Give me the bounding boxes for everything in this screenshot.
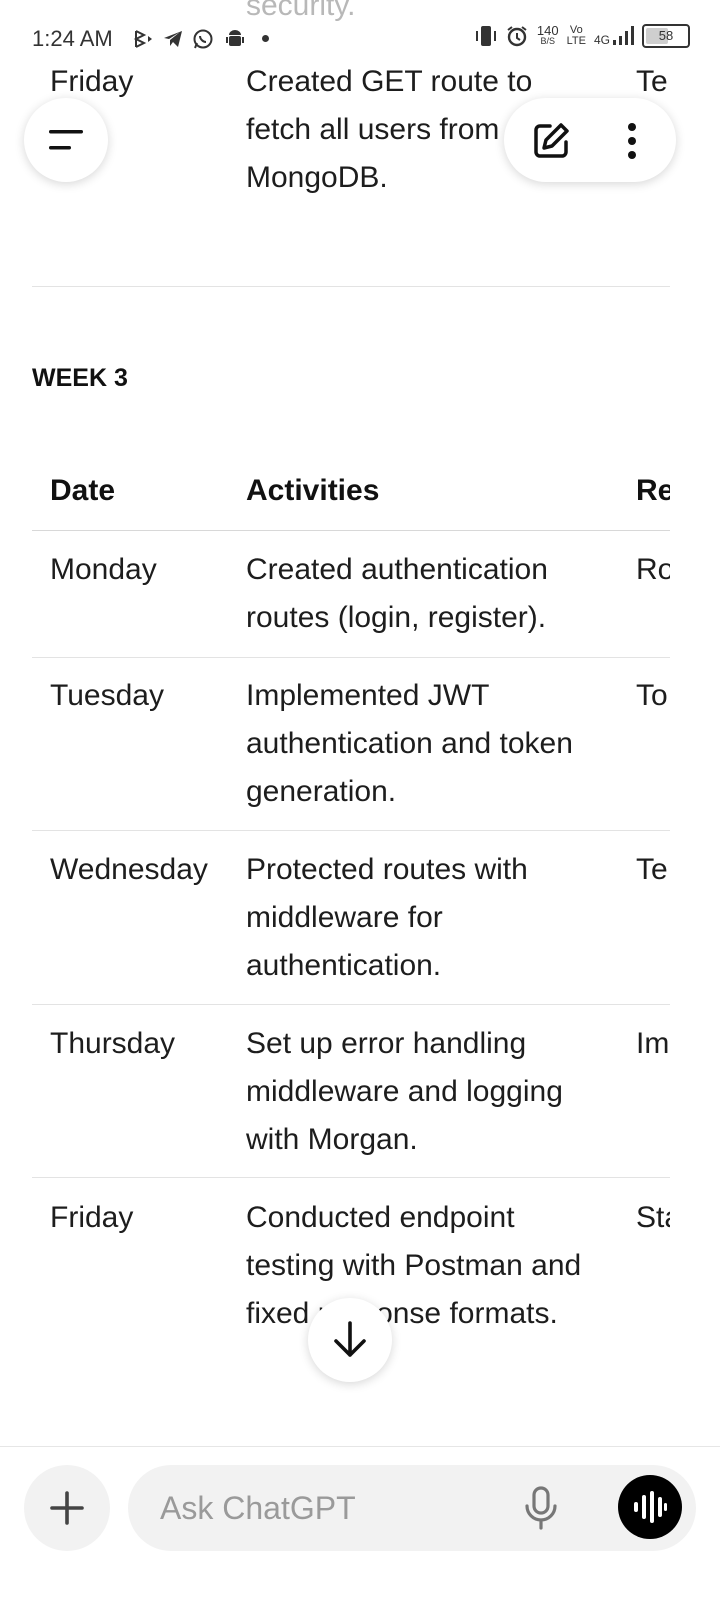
- android-icon: [226, 30, 244, 46]
- row-day: Friday: [50, 1201, 134, 1234]
- whatsapp-icon: [193, 29, 213, 49]
- edit-icon: [534, 123, 569, 158]
- table-row: Monday Created authentication routes (lo…: [0, 546, 720, 658]
- voice-wave-icon: [634, 1491, 667, 1523]
- menu-button[interactable]: [24, 98, 108, 182]
- row-remark: Im: [636, 1027, 670, 1060]
- row-day: Wednesday: [50, 853, 208, 886]
- table-row: Tuesday Implemented JWT authentication a…: [0, 672, 720, 832]
- table-row: Thursday Set up error handling middlewar…: [0, 1020, 720, 1180]
- message-input[interactable]: Ask ChatGPT: [128, 1465, 696, 1551]
- table-row: Wednesday Protected routes with middlewa…: [0, 846, 720, 1006]
- header-actions: [504, 98, 676, 182]
- status-right: 140 B/S Vo LTE 4G 58: [475, 24, 690, 48]
- row-day: Thursday: [50, 1027, 176, 1060]
- arrow-down-icon: [334, 1321, 366, 1357]
- row-activity: Set up error handling middleware and log…: [246, 1027, 563, 1156]
- mic-icon: [525, 1486, 557, 1530]
- row-remark: Sta: [636, 1201, 670, 1234]
- column-header-remarks: Re: [636, 474, 670, 507]
- row-remark: Te: [636, 853, 668, 886]
- more-notifications-dot: [262, 35, 269, 42]
- row-day: Monday: [50, 553, 157, 586]
- telegram-icon: [164, 31, 182, 47]
- section-divider: [32, 286, 670, 287]
- row-activity: Conducted endpoint testing with Postman …: [246, 1201, 582, 1330]
- overflow-text: security.: [246, 0, 356, 22]
- message-placeholder: Ask ChatGPT: [160, 1490, 356, 1526]
- composer-bar: Ask ChatGPT: [0, 1446, 720, 1613]
- volte-indicator: Vo LTE: [566, 24, 586, 47]
- status-time: 1:24 AM: [32, 26, 113, 51]
- mic-button[interactable]: [516, 1483, 566, 1533]
- column-header-date: Date: [50, 474, 116, 507]
- row-activity: Created authentication routes (login, re…: [246, 553, 548, 634]
- row-day: Tuesday: [50, 679, 164, 712]
- row-activity: Protected routes with middleware for aut…: [246, 853, 528, 982]
- row-remark: Ro: [636, 553, 670, 586]
- more-options-button[interactable]: [602, 102, 666, 178]
- network-type: 4G: [593, 33, 610, 47]
- row-divider: [32, 657, 670, 658]
- plus-icon: [50, 1491, 84, 1525]
- vibrate-icon: [475, 26, 496, 46]
- alarm-icon: [507, 26, 527, 47]
- voice-mode-button[interactable]: [618, 1475, 682, 1539]
- signal-indicator: 4G: [594, 26, 634, 46]
- row-remark: To: [636, 679, 668, 712]
- menu-icon: [49, 130, 83, 150]
- row-divider: [32, 830, 670, 831]
- more-vertical-icon: [628, 123, 636, 159]
- battery-icon: 58: [642, 24, 690, 48]
- row-activity: Implemented JWT authentication and token…: [246, 679, 573, 808]
- row-divider: [32, 1177, 670, 1178]
- network-speed: 140 B/S: [536, 23, 559, 46]
- scroll-down-button[interactable]: [308, 1298, 392, 1382]
- week-heading: WEEK 3: [32, 364, 128, 392]
- column-header-activities: Activities: [246, 474, 380, 507]
- bluetooth-audio-icon: [133, 30, 152, 48]
- header-divider: [32, 530, 670, 531]
- signal-icon: [613, 26, 634, 45]
- attach-button[interactable]: [24, 1465, 110, 1551]
- row-divider: [32, 1004, 670, 1005]
- prev-row-activity: Created GET route to fetch all users fro…: [246, 65, 533, 194]
- new-chat-button[interactable]: [512, 102, 588, 178]
